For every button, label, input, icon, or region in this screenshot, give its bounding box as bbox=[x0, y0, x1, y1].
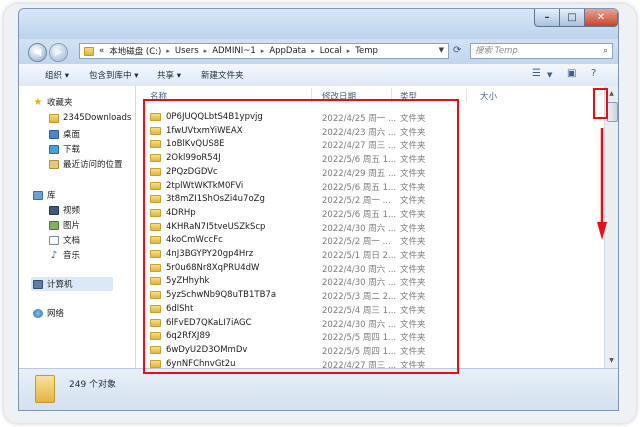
picture-icon bbox=[49, 220, 59, 230]
scroll-down-arrow[interactable]: ▼ bbox=[607, 356, 616, 365]
navigation-bar: ◀ ▶ « 本地磁盘 (C:) ▸ Users ▸ ADMINI~1 ▸ App… bbox=[19, 39, 618, 64]
network-icon bbox=[33, 308, 43, 318]
sidebar-item-desktop[interactable]: 桌面 bbox=[49, 128, 80, 140]
command-toolbar: 组织 ▾ 包含到库中 ▾ 共享 ▾ 新建文件夹 ☰ ▼ ▣ ? bbox=[19, 64, 618, 87]
sidebar-item-label: 最近访问的位置 bbox=[63, 160, 123, 170]
scroll-up-arrow[interactable]: ▲ bbox=[607, 89, 616, 98]
library-icon bbox=[33, 190, 43, 200]
document-icon bbox=[49, 235, 59, 245]
annotation-arrow-down bbox=[597, 128, 607, 240]
sidebar-item-recent-places[interactable]: 最近访问的位置 bbox=[49, 158, 123, 170]
address-segment-2[interactable]: Users bbox=[175, 46, 199, 56]
address-segment-0[interactable]: « bbox=[99, 46, 104, 56]
include-library-menu[interactable]: 包含到库中 ▾ bbox=[89, 69, 138, 81]
sidebar-item-label: 下载 bbox=[63, 145, 81, 155]
address-bar[interactable]: « 本地磁盘 (C:) ▸ Users ▸ ADMINI~1 ▸ AppData… bbox=[79, 43, 449, 59]
chevron-right-icon[interactable]: ▸ bbox=[311, 47, 315, 55]
title-bar: – □ ✕ bbox=[19, 9, 618, 39]
details-pane: 249 个对象 bbox=[19, 368, 618, 410]
column-header-size[interactable]: 大小 bbox=[480, 90, 497, 102]
sidebar-network[interactable]: 网络 bbox=[33, 307, 64, 319]
annotation-highlight-scrollbar bbox=[593, 88, 608, 119]
close-button[interactable]: ✕ bbox=[584, 9, 618, 27]
sidebar-item-downloads[interactable]: 下载 bbox=[49, 143, 80, 155]
folder-icon bbox=[84, 46, 94, 56]
sidebar-network-label: 网络 bbox=[47, 309, 65, 319]
sidebar-libraries[interactable]: 库 bbox=[33, 189, 56, 201]
refresh-icon[interactable]: ⟳ bbox=[453, 45, 461, 56]
sidebar-item-videos[interactable]: 视频 bbox=[49, 204, 80, 216]
sidebar-item-label: 音乐 bbox=[63, 251, 81, 261]
search-input[interactable]: 搜索 Temp ⌕ bbox=[470, 43, 613, 59]
sidebar-item-label: 2345Downloads bbox=[63, 113, 132, 123]
chevron-right-icon[interactable]: ▸ bbox=[347, 47, 351, 55]
computer-icon bbox=[33, 279, 43, 289]
music-icon: ♪ bbox=[50, 249, 58, 261]
star-icon: ★ bbox=[33, 96, 43, 108]
organize-menu[interactable]: 组织 ▾ bbox=[45, 69, 69, 81]
object-count: 249 个对象 bbox=[69, 380, 117, 390]
sidebar-favorites[interactable]: ★ 收藏夹 bbox=[33, 96, 73, 109]
column-divider[interactable] bbox=[466, 88, 467, 102]
chevron-right-icon[interactable]: ▸ bbox=[166, 47, 170, 55]
chevron-right-icon[interactable]: ▸ bbox=[204, 47, 208, 55]
scrollbar-thumb[interactable] bbox=[607, 102, 618, 122]
downloads-icon bbox=[49, 144, 59, 154]
sidebar-item-label: 视频 bbox=[63, 206, 81, 216]
folder-icon bbox=[49, 113, 59, 123]
new-folder-button[interactable]: 新建文件夹 bbox=[201, 69, 244, 81]
preview-pane-icon[interactable]: ▣ bbox=[567, 68, 576, 79]
search-icon[interactable]: ⌕ bbox=[603, 44, 608, 58]
recent-places-icon bbox=[49, 159, 59, 169]
sidebar-item-2345downloads[interactable]: 2345Downloads bbox=[49, 113, 131, 123]
folder-icon bbox=[35, 375, 55, 403]
address-segment-3[interactable]: ADMINI~1 bbox=[212, 46, 256, 56]
chevron-down-icon[interactable]: ▼ bbox=[439, 46, 444, 54]
sidebar-item-music[interactable]: ♪ 音乐 bbox=[49, 249, 81, 262]
help-icon[interactable]: ? bbox=[591, 68, 596, 79]
back-button[interactable]: ◀ bbox=[28, 43, 47, 62]
address-segment-4[interactable]: AppData bbox=[269, 46, 306, 56]
address-segment-6[interactable]: Temp bbox=[355, 46, 378, 56]
share-menu[interactable]: 共享 ▾ bbox=[157, 69, 181, 81]
sidebar-item-pictures[interactable]: 图片 bbox=[49, 219, 80, 231]
sidebar-item-label: 桌面 bbox=[63, 130, 81, 140]
forward-button[interactable]: ▶ bbox=[49, 43, 68, 62]
video-icon bbox=[49, 205, 59, 215]
sidebar-libraries-label: 库 bbox=[47, 191, 56, 201]
desktop-icon bbox=[49, 129, 59, 139]
minimize-button[interactable]: – bbox=[534, 9, 560, 27]
sidebar-item-label: 文档 bbox=[63, 236, 81, 246]
view-options-icon[interactable]: ☰ bbox=[532, 68, 541, 79]
address-segment-5[interactable]: Local bbox=[320, 46, 342, 56]
search-placeholder: 搜索 Temp bbox=[475, 46, 518, 56]
annotation-highlight-file-list bbox=[143, 99, 459, 374]
chevron-down-icon[interactable]: ▼ bbox=[547, 71, 552, 79]
chevron-right-icon[interactable]: ▸ bbox=[261, 47, 265, 55]
sidebar-item-label: 图片 bbox=[63, 221, 81, 231]
sidebar-favorites-label: 收藏夹 bbox=[47, 98, 73, 108]
address-segment-1[interactable]: 本地磁盘 (C:) bbox=[109, 45, 161, 57]
sidebar-computer[interactable]: 计算机 bbox=[31, 277, 113, 291]
navigation-pane: ★ 收藏夹 2345Downloads 桌面 下载 最近访问的位置 库 视频 图… bbox=[19, 86, 136, 368]
maximize-button[interactable]: □ bbox=[559, 9, 585, 27]
sidebar-item-documents[interactable]: 文档 bbox=[49, 234, 80, 246]
sidebar-computer-label: 计算机 bbox=[47, 280, 73, 290]
